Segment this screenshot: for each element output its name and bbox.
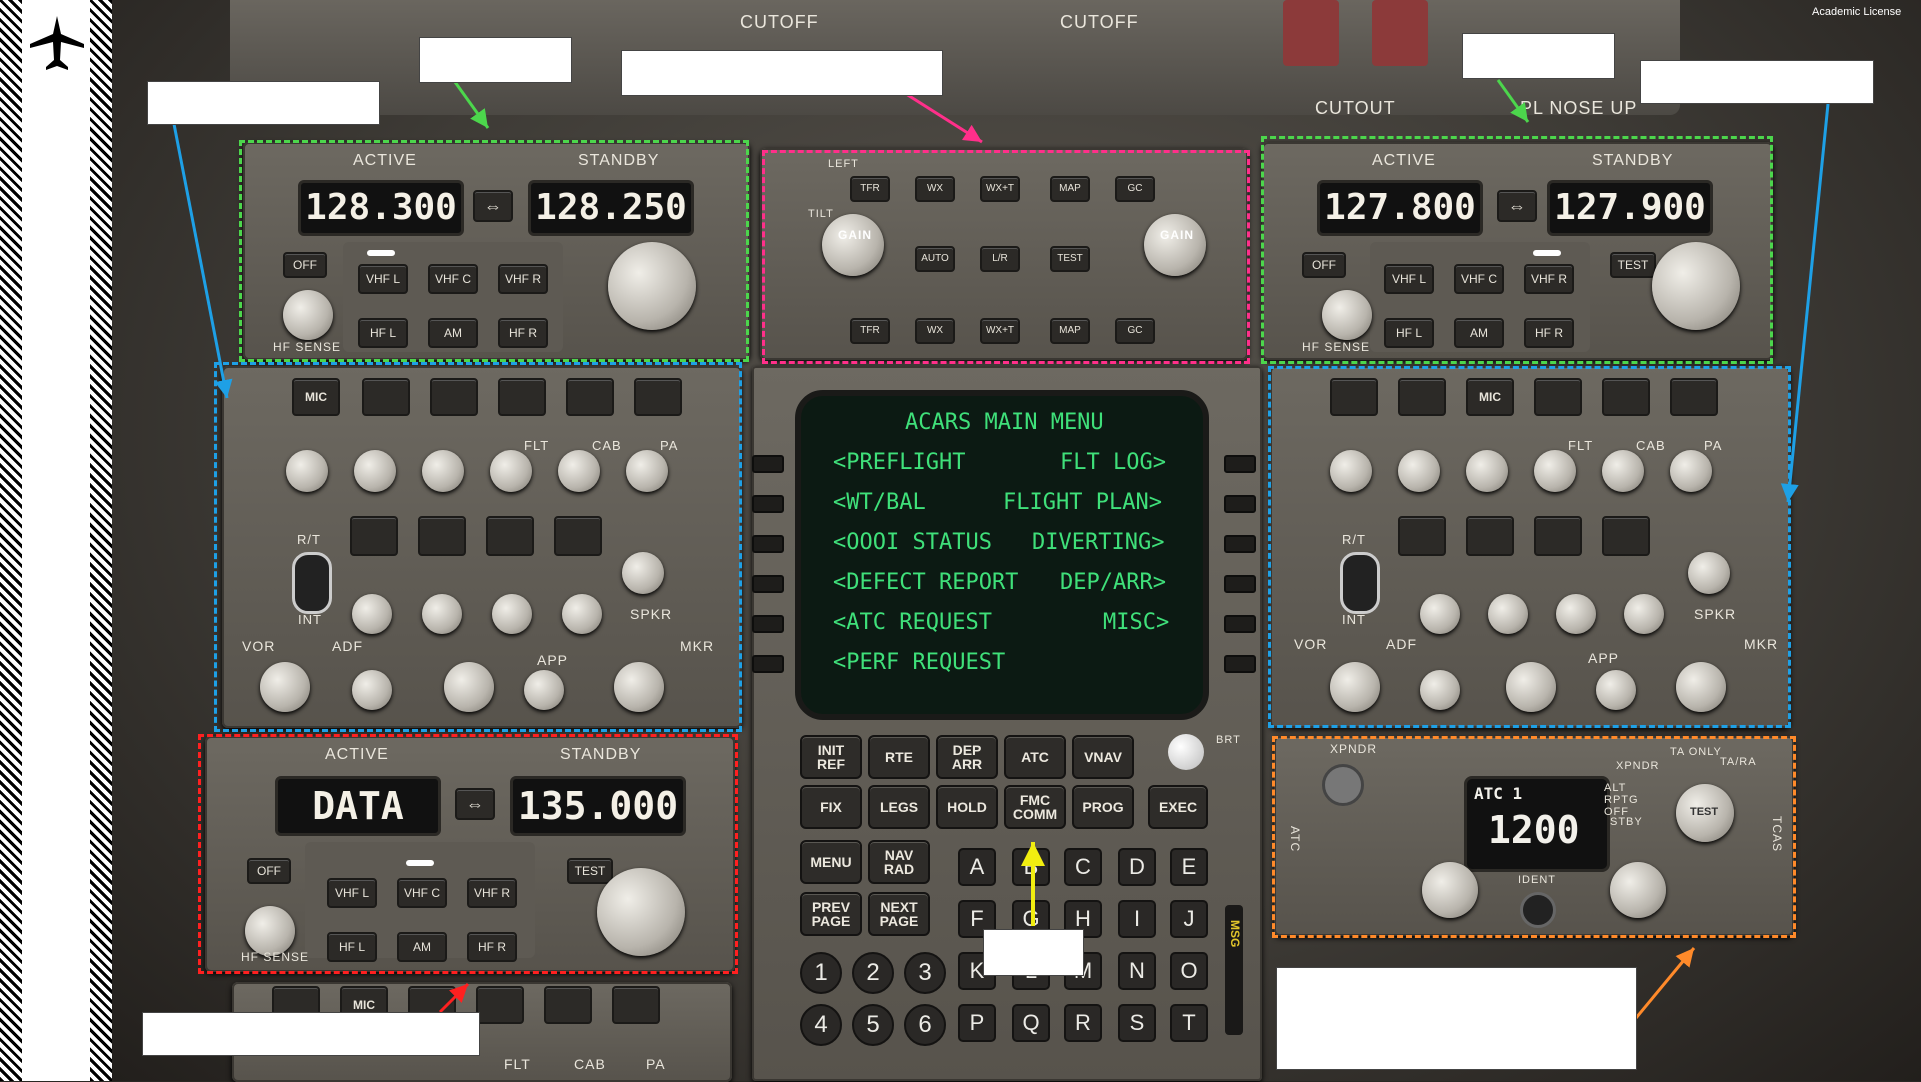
pa-label: PA	[646, 1056, 666, 1072]
fmc-comm-key[interactable]: FMC COMM	[1004, 785, 1066, 829]
key-b[interactable]: B	[1012, 848, 1050, 886]
key-s[interactable]: S	[1118, 1004, 1156, 1042]
lsk-3r[interactable]	[1224, 535, 1256, 553]
callout-right-audio	[1640, 60, 1874, 104]
cab-label: CAB	[574, 1056, 606, 1072]
hatch-left	[0, 0, 22, 1081]
cdu-right-1[interactable]: FLT LOG>	[1060, 450, 1166, 475]
cutoff-left-label: CUTOFF	[740, 12, 819, 32]
key-p[interactable]: P	[958, 1004, 996, 1042]
prev-page-key[interactable]: PREV PAGE	[800, 892, 862, 936]
dep-arr-key[interactable]: DEP ARR	[936, 735, 998, 779]
mic-button-5[interactable]	[544, 986, 592, 1024]
highlight-right-radio	[1261, 136, 1773, 364]
key-o[interactable]: O	[1170, 952, 1208, 990]
cdu-right-3[interactable]: DIVERTING>	[1032, 530, 1164, 555]
key-4[interactable]: 4	[800, 1004, 842, 1046]
fix-key[interactable]: FIX	[800, 785, 862, 829]
lsk-1r[interactable]	[1224, 455, 1256, 473]
key-q[interactable]: Q	[1012, 1004, 1050, 1042]
mic-button-4[interactable]	[476, 986, 524, 1024]
left-strip	[0, 0, 112, 1081]
atc-key[interactable]: ATC	[1004, 735, 1066, 779]
lsk-4r[interactable]	[1224, 575, 1256, 593]
key-d[interactable]: D	[1118, 848, 1156, 886]
hold-key[interactable]: HOLD	[936, 785, 998, 829]
cutoff-right-label: CUTOFF	[1060, 12, 1139, 32]
mic-button-6[interactable]	[612, 986, 660, 1024]
lsk-3l[interactable]	[752, 535, 784, 553]
cdu-right-5[interactable]: MISC>	[1103, 610, 1169, 635]
hatch-right	[90, 0, 112, 1081]
brightness-knob[interactable]	[1168, 734, 1204, 770]
key-1[interactable]: 1	[800, 952, 842, 994]
highlight-right-audio	[1268, 366, 1791, 728]
callout-left-audio	[147, 81, 380, 125]
callout-left-radio	[419, 37, 572, 83]
lsk-2l[interactable]	[752, 495, 784, 513]
callout-right-radio	[1462, 33, 1615, 79]
prog-key[interactable]: PROG	[1072, 785, 1134, 829]
nav-rad-key[interactable]: NAV RAD	[868, 840, 930, 884]
cutout-label: CUTOUT	[1315, 98, 1396, 118]
lsk-6l[interactable]	[752, 655, 784, 673]
lsk-2r[interactable]	[1224, 495, 1256, 513]
legs-key[interactable]: LEGS	[868, 785, 930, 829]
airplane-icon	[30, 16, 84, 70]
flt-label: FLT	[504, 1056, 531, 1072]
next-page-key[interactable]: NEXT PAGE	[868, 892, 930, 936]
highlight-transponder	[1272, 736, 1796, 938]
highlight-weather-radar	[762, 150, 1250, 364]
cutout-switch-left[interactable]	[1283, 0, 1339, 66]
callout-center-radio	[142, 1012, 480, 1056]
callout-weather-radar	[621, 50, 943, 96]
key-i[interactable]: I	[1118, 900, 1156, 938]
key-6[interactable]: 6	[904, 1004, 946, 1046]
highlight-left-radio	[239, 140, 749, 362]
exec-key[interactable]: EXEC	[1148, 785, 1208, 829]
lsk-6r[interactable]	[1224, 655, 1256, 673]
cdu-left-1[interactable]: <PREFLIGHT	[833, 450, 965, 475]
init-ref-key[interactable]: INIT REF	[800, 735, 862, 779]
cdu-left-4[interactable]: <DEFECT REPORT	[833, 570, 1018, 595]
lsk-5r[interactable]	[1224, 615, 1256, 633]
lsk-4l[interactable]	[752, 575, 784, 593]
menu-key[interactable]: MENU	[800, 840, 862, 884]
cdu-left-2[interactable]: <WT/BAL	[833, 490, 926, 515]
key-n[interactable]: N	[1118, 952, 1156, 990]
rte-key[interactable]: RTE	[868, 735, 930, 779]
callout-fmc-comm	[983, 929, 1084, 976]
highlight-left-audio	[214, 362, 742, 732]
key-5[interactable]: 5	[852, 1004, 894, 1046]
cdu-left-5[interactable]: <ATC REQUEST	[833, 610, 992, 635]
nose-up-label: PL NOSE UP	[1520, 98, 1638, 118]
cdu-left-6[interactable]: <PERF REQUEST	[833, 650, 1005, 675]
msg-label: MSG	[1228, 920, 1242, 948]
cdu-left-3[interactable]: <OOOI STATUS	[833, 530, 992, 555]
lsk-5l[interactable]	[752, 615, 784, 633]
key-2[interactable]: 2	[852, 952, 894, 994]
key-e[interactable]: E	[1170, 848, 1208, 886]
key-t[interactable]: T	[1170, 1004, 1208, 1042]
cdu-right-2[interactable]: FLIGHT PLAN>	[1003, 490, 1162, 515]
key-a[interactable]: A	[958, 848, 996, 886]
vnav-key[interactable]: VNAV	[1072, 735, 1134, 779]
key-3[interactable]: 3	[904, 952, 946, 994]
highlight-center-radio	[198, 734, 738, 974]
brt-label: BRT	[1216, 734, 1241, 746]
lsk-1l[interactable]	[752, 455, 784, 473]
watermark: Academic License	[1812, 6, 1902, 18]
key-r[interactable]: R	[1064, 1004, 1102, 1042]
key-c[interactable]: C	[1064, 848, 1102, 886]
cdu-title: ACARS MAIN MENU	[905, 410, 1104, 435]
callout-transponder	[1276, 967, 1637, 1070]
key-j[interactable]: J	[1170, 900, 1208, 938]
cutout-switch-right[interactable]	[1372, 0, 1428, 66]
cdu-right-4[interactable]: DEP/ARR>	[1060, 570, 1166, 595]
